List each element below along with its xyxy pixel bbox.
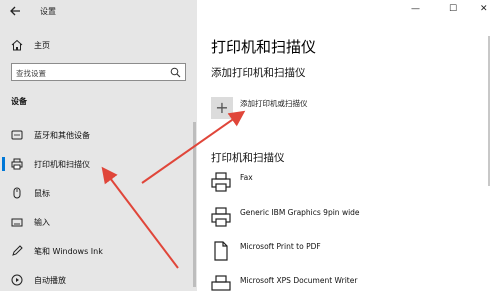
section-title: 设备 xyxy=(11,97,27,106)
sidebar-item-label: 自动播放 xyxy=(34,276,66,285)
printer-icon xyxy=(211,207,231,227)
search-placeholder: 查找设置 xyxy=(16,69,46,78)
document-printer-icon xyxy=(214,241,228,261)
sidebar-item-label: 笔和 Windows Ink xyxy=(34,247,103,256)
search-icon xyxy=(170,67,181,78)
add-printer-button[interactable]: + xyxy=(211,97,233,119)
printer-list-item[interactable]: Fax xyxy=(211,172,491,196)
content-scrollbar[interactable] xyxy=(488,36,490,186)
bluetooth-icon xyxy=(11,130,23,140)
home-label: 主页 xyxy=(34,41,50,50)
title-bar: 设置 xyxy=(0,0,197,24)
home-nav-item[interactable]: 主页 xyxy=(0,36,197,56)
maximize-button[interactable]: ☐ xyxy=(449,4,457,14)
home-icon xyxy=(11,39,23,51)
printer-list-item[interactable]: Microsoft XPS Document Writer xyxy=(211,275,491,299)
printer-list-title: 打印机和扫描仪 xyxy=(211,152,285,164)
page-title: 打印机和扫描仪 xyxy=(211,38,317,56)
back-arrow-icon[interactable] xyxy=(8,4,22,18)
printer-name: Microsoft XPS Document Writer xyxy=(240,276,358,285)
search-input[interactable]: 查找设置 xyxy=(11,63,186,81)
plus-icon: + xyxy=(215,98,229,117)
sidebar-item-input[interactable]: 输入 xyxy=(0,211,197,233)
selection-indicator xyxy=(2,157,5,171)
settings-sidebar: 设置 主页 查找设置 设备 蓝牙和其他设备 打印机和扫描仪 鼠标 输入 笔和 W… xyxy=(0,0,197,291)
sidebar-item-label: 蓝牙和其他设备 xyxy=(34,131,90,140)
sidebar-item-printers[interactable]: 打印机和扫描仪 xyxy=(0,153,197,175)
sidebar-item-pen[interactable]: 笔和 Windows Ink xyxy=(0,240,197,262)
printer-icon xyxy=(11,158,23,170)
add-section-title: 添加打印机和扫描仪 xyxy=(211,67,306,79)
sidebar-item-label: 打印机和扫描仪 xyxy=(34,160,90,169)
sidebar-scrollbar[interactable] xyxy=(193,122,196,287)
minimize-button[interactable]: — xyxy=(411,4,420,14)
printer-icon xyxy=(211,275,231,291)
fax-icon xyxy=(211,172,231,192)
mouse-icon xyxy=(13,187,21,199)
sidebar-item-mouse[interactable]: 鼠标 xyxy=(0,182,197,204)
sidebar-item-autoplay[interactable]: 自动播放 xyxy=(0,269,197,291)
printer-list-item[interactable]: Generic IBM Graphics 9pin wide xyxy=(211,207,491,231)
printer-name: Fax xyxy=(240,173,253,182)
printer-name: Generic IBM Graphics 9pin wide xyxy=(240,208,360,217)
sidebar-item-label: 鼠标 xyxy=(34,189,50,198)
keyboard-icon xyxy=(11,218,23,227)
printer-name: Microsoft Print to PDF xyxy=(240,242,321,251)
sidebar-item-bluetooth[interactable]: 蓝牙和其他设备 xyxy=(0,124,197,146)
main-content: — ☐ ✕ 打印机和扫描仪 添加打印机和扫描仪 + 添加打印机或扫描仪 打印机和… xyxy=(197,0,500,291)
printer-list-item[interactable]: Microsoft Print to PDF xyxy=(211,241,491,265)
autoplay-icon xyxy=(11,274,23,286)
sidebar-item-label: 输入 xyxy=(34,218,50,227)
close-button[interactable]: ✕ xyxy=(480,4,488,14)
add-printer-label[interactable]: 添加打印机或扫描仪 xyxy=(240,98,308,109)
window-title: 设置 xyxy=(40,7,56,16)
pen-icon xyxy=(12,245,23,256)
